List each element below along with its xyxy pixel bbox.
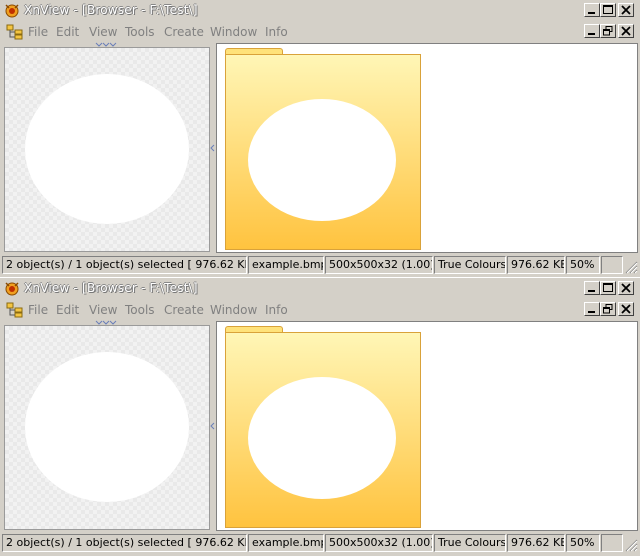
menu-create[interactable]: Create	[164, 303, 204, 317]
maximize-icon	[603, 283, 613, 292]
status-selection: 2 object(s) / 1 object(s) selected [ 976…	[2, 534, 247, 552]
preview-pane	[4, 47, 210, 252]
close-button[interactable]	[618, 281, 634, 295]
status-colours: True Colours	[434, 534, 506, 552]
close-icon	[621, 283, 631, 293]
minimize-icon	[588, 12, 595, 14]
mdi-minimize-button[interactable]	[584, 24, 600, 38]
menu-create[interactable]: Create	[164, 25, 204, 39]
status-bar: 2 object(s) / 1 object(s) selected [ 976…	[0, 532, 640, 554]
restore-icon	[603, 26, 613, 36]
minimize-button[interactable]	[584, 3, 600, 17]
title-bar[interactable]: XnView - [Browser - F:\Test\]	[0, 278, 640, 300]
window-title: XnView - [Browser - F:\Test\]	[24, 3, 198, 17]
preview-pane	[4, 325, 210, 530]
preview-image-circle	[25, 352, 189, 502]
status-dimensions: 500x500x32 (1.00)	[325, 534, 433, 552]
browser-tree-icon[interactable]	[6, 302, 24, 318]
status-filename: example.bmp	[248, 256, 324, 274]
file-list-pane	[216, 43, 638, 253]
maximize-icon	[603, 5, 613, 14]
menu-view[interactable]: View	[89, 303, 117, 317]
menu-bar: File Edit View Tools Create Window Info	[0, 300, 640, 320]
minimize-icon	[588, 311, 595, 313]
close-icon	[621, 26, 631, 36]
menu-tools[interactable]: Tools	[125, 25, 155, 39]
resize-grip-icon[interactable]	[624, 260, 638, 274]
mdi-close-button[interactable]	[618, 24, 634, 38]
minimize-icon	[588, 33, 595, 35]
restore-icon	[603, 304, 613, 314]
menu-file[interactable]: File	[28, 25, 48, 39]
status-colours: True Colours	[434, 256, 506, 274]
status-empty	[601, 256, 623, 274]
status-filename: example.bmp	[248, 534, 324, 552]
close-icon	[621, 5, 631, 15]
folder-thumbnail[interactable]	[225, 332, 421, 528]
close-button[interactable]	[618, 3, 634, 17]
status-filesize: 976.62 KB	[507, 256, 565, 274]
title-bar[interactable]: XnView - [Browser - F:\Test\]	[0, 0, 640, 22]
status-dimensions: 500x500x32 (1.00)	[325, 256, 433, 274]
thumbnail-image-circle	[248, 99, 396, 221]
menu-info[interactable]: Info	[265, 25, 288, 39]
file-list-pane	[216, 321, 638, 531]
status-empty	[601, 534, 623, 552]
menu-window[interactable]: Window	[210, 25, 257, 39]
xnview-window-1: XnView - [Browser - F:\Test\] File Edit …	[0, 0, 640, 278]
status-filesize: 976.62 KB	[507, 534, 565, 552]
menu-edit[interactable]: Edit	[56, 25, 79, 39]
window-title: XnView - [Browser - F:\Test\]	[24, 281, 198, 295]
status-zoom: 50%	[566, 256, 600, 274]
status-zoom: 50%	[566, 534, 600, 552]
close-icon	[621, 304, 631, 314]
menu-edit[interactable]: Edit	[56, 303, 79, 317]
thumbnail-image-circle	[248, 377, 396, 499]
folder-thumbnail[interactable]	[225, 54, 421, 250]
minimize-button[interactable]	[584, 281, 600, 295]
resize-grip-icon[interactable]	[624, 538, 638, 552]
menu-tools[interactable]: Tools	[125, 303, 155, 317]
menu-info[interactable]: Info	[265, 303, 288, 317]
menu-window[interactable]: Window	[210, 303, 257, 317]
menu-bar: File Edit View Tools Create Window Info	[0, 22, 640, 42]
mdi-minimize-button[interactable]	[584, 302, 600, 316]
xnview-window-2: XnView - [Browser - F:\Test\] File Edit …	[0, 278, 640, 556]
menu-file[interactable]: File	[28, 303, 48, 317]
xnview-app-icon[interactable]	[4, 3, 20, 19]
status-selection: 2 object(s) / 1 object(s) selected [ 976…	[2, 256, 247, 274]
mdi-close-button[interactable]	[618, 302, 634, 316]
mdi-restore-button[interactable]	[600, 24, 616, 38]
menu-view[interactable]: View	[89, 25, 117, 39]
maximize-button[interactable]	[600, 281, 616, 295]
browser-tree-icon[interactable]	[6, 24, 24, 40]
preview-image-circle	[25, 74, 189, 224]
minimize-icon	[588, 290, 595, 292]
xnview-app-icon[interactable]	[4, 281, 20, 297]
mdi-restore-button[interactable]	[600, 302, 616, 316]
maximize-button[interactable]	[600, 3, 616, 17]
status-bar: 2 object(s) / 1 object(s) selected [ 976…	[0, 254, 640, 276]
